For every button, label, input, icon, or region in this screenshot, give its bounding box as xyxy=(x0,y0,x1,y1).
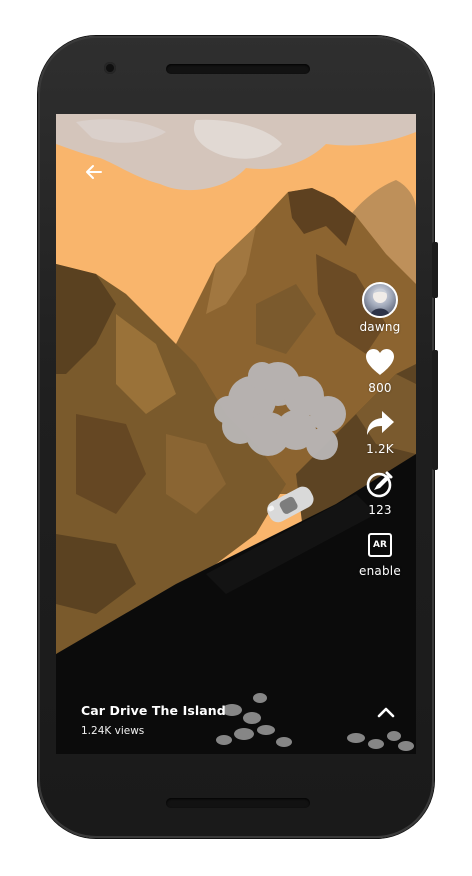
edit-button[interactable]: 123 xyxy=(363,467,397,517)
share-button[interactable]: 1.2K xyxy=(363,406,397,456)
ar-enable-button[interactable]: AR enable xyxy=(359,528,401,578)
back-button[interactable] xyxy=(80,158,108,186)
bottom-speaker xyxy=(166,798,310,808)
expand-button[interactable] xyxy=(374,700,398,724)
avatar-image xyxy=(369,288,390,316)
brush-edit-icon xyxy=(366,471,393,498)
power-button xyxy=(432,242,438,298)
volume-button xyxy=(432,350,438,470)
like-count: 800 xyxy=(368,381,392,395)
video-views: 1.24K views xyxy=(81,725,145,737)
ar-icon: AR xyxy=(367,533,392,557)
action-rail: dawng 800 1.2K 123 AR enable xyxy=(352,282,408,589)
username-label: dawng xyxy=(359,320,401,334)
chevron-up-icon xyxy=(377,707,395,718)
video-title: Car Drive The Island xyxy=(81,703,226,718)
edit-count: 123 xyxy=(368,503,392,517)
avatar xyxy=(361,282,398,318)
profile-button[interactable]: dawng xyxy=(359,282,400,334)
share-count: 1.2K xyxy=(366,442,394,456)
front-camera xyxy=(104,62,116,74)
phone-frame: dawng 800 1.2K 123 AR enable Car Drive T… xyxy=(38,36,438,838)
video-screen[interactable]: dawng 800 1.2K 123 AR enable Car Drive T… xyxy=(56,114,416,754)
arrow-left-icon xyxy=(86,165,102,179)
ar-label: enable xyxy=(359,564,401,578)
top-speaker xyxy=(166,64,310,74)
heart-icon xyxy=(366,349,394,375)
like-button[interactable]: 800 xyxy=(363,345,397,395)
share-arrow-icon xyxy=(367,411,394,435)
video-caption: Car Drive The Island 1.24K views xyxy=(81,703,226,737)
